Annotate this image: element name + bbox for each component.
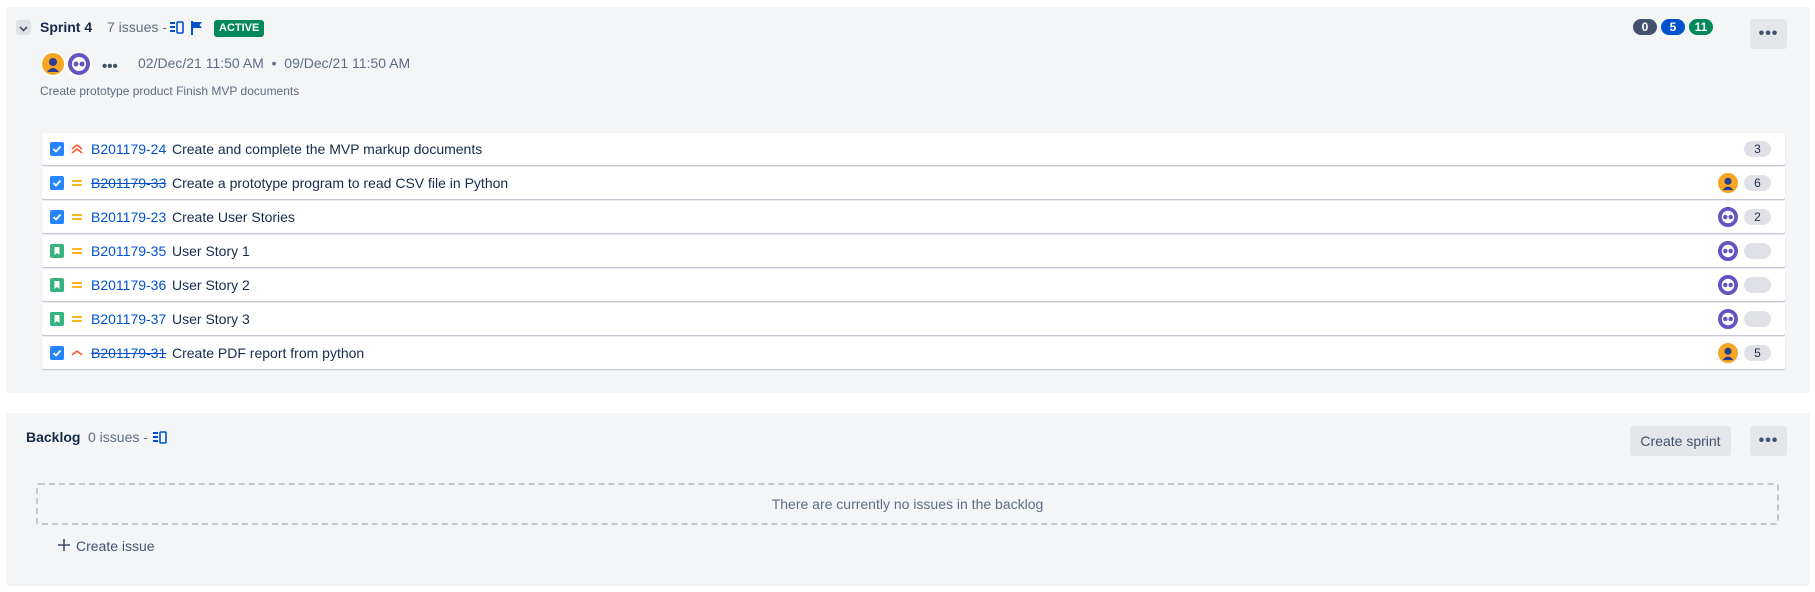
- issue-key-link[interactable]: B201179-35: [91, 243, 166, 259]
- task-icon: [50, 142, 64, 156]
- sprint-menu-button[interactable]: •••: [1750, 19, 1787, 49]
- issue-summary: User Story 3: [172, 311, 250, 327]
- board-icon[interactable]: [170, 21, 184, 40]
- issue-key-link[interactable]: B201179-23: [91, 209, 166, 225]
- done-count-badge: 11: [1689, 19, 1713, 35]
- create-issue-label: Create issue: [76, 538, 155, 554]
- issue-list: B201179-24 Create and complete the MVP ma…: [42, 133, 1785, 371]
- issue-summary: Create PDF report from python: [172, 345, 365, 361]
- sprint-name[interactable]: Sprint 4: [40, 19, 92, 35]
- story-icon: [50, 244, 64, 258]
- plus-icon: [58, 538, 70, 554]
- issue-row[interactable]: B201179-37 User Story 3: [42, 303, 1785, 335]
- backlog-panel: Backlog 0 issues - Create sprint ••• The…: [6, 413, 1810, 586]
- assignee-avatar[interactable]: [1716, 239, 1740, 263]
- chevron-down-icon: [19, 19, 28, 37]
- issue-row[interactable]: B201179-33 Create a prototype program to …: [42, 167, 1785, 199]
- task-icon: [50, 176, 64, 190]
- in-progress-count-badge: 5: [1661, 19, 1685, 35]
- issue-row[interactable]: B201179-24 Create and complete the MVP ma…: [42, 133, 1785, 165]
- story-points-badge: 6: [1744, 175, 1771, 191]
- assignee-avatar[interactable]: [1716, 205, 1740, 229]
- story-points-badge: 2: [1744, 209, 1771, 225]
- task-icon: [50, 346, 64, 360]
- sprint-goal: Create prototype product Finish MVP docu…: [40, 84, 300, 98]
- sprint-panel: Sprint 4 7 issues - ACTIVE ••• 02/Dec/21…: [6, 7, 1810, 393]
- issue-row[interactable]: B201179-31 Create PDF report from python 5: [42, 337, 1785, 369]
- create-sprint-button[interactable]: Create sprint: [1630, 426, 1731, 456]
- story-points-badge: 3: [1744, 141, 1771, 157]
- assignee-avatar[interactable]: [1716, 307, 1740, 331]
- issue-summary: User Story 2: [172, 277, 250, 293]
- task-icon: [50, 210, 64, 224]
- priority-high-icon: [70, 142, 84, 156]
- create-issue-button[interactable]: Create issue: [58, 538, 155, 554]
- story-points-badge: [1744, 277, 1771, 293]
- issue-key-link[interactable]: B201179-31: [91, 345, 166, 361]
- priority-medium-icon: [70, 210, 84, 224]
- issue-summary: Create User Stories: [172, 209, 295, 225]
- priority-medium-icon: [70, 176, 84, 190]
- avatar-orange[interactable]: [40, 51, 66, 77]
- story-icon: [50, 312, 64, 326]
- todo-count-badge: 0: [1633, 19, 1657, 35]
- issue-key-link[interactable]: B201179-33: [91, 175, 166, 191]
- priority-medium-icon: [70, 312, 84, 326]
- issue-summary: Create a prototype program to read CSV f…: [172, 175, 509, 191]
- backlog-title: Backlog: [26, 429, 81, 445]
- board-icon[interactable]: [153, 431, 167, 450]
- empty-backlog-message: There are currently no issues in the bac…: [36, 483, 1779, 525]
- sprint-dates: 02/Dec/21 11:50 AM • 09/Dec/21 11:50 AM: [138, 55, 411, 71]
- story-points-badge: [1744, 243, 1771, 259]
- backlog-issues-count: 0 issues -: [88, 429, 148, 445]
- issue-row[interactable]: B201179-36 User Story 2: [42, 269, 1785, 301]
- issue-summary: Create and complete the MVP markup docum…: [172, 141, 483, 157]
- avatar-purple[interactable]: [66, 51, 92, 77]
- assignee-avatar[interactable]: [1716, 341, 1740, 365]
- collapse-toggle[interactable]: [16, 20, 31, 35]
- assignee-avatar[interactable]: [1716, 273, 1740, 297]
- issue-summary: User Story 1: [172, 243, 250, 259]
- story-points-badge: [1744, 311, 1771, 327]
- priority-medium-icon: [70, 244, 84, 258]
- story-points-badge: 5: [1744, 345, 1771, 361]
- flag-icon[interactable]: [191, 21, 203, 40]
- issue-key-link[interactable]: B201179-37: [91, 311, 166, 327]
- issue-key-link[interactable]: B201179-36: [91, 277, 166, 293]
- story-icon: [50, 278, 64, 292]
- issue-row[interactable]: B201179-23 Create User Stories 2: [42, 201, 1785, 233]
- backlog-menu-button[interactable]: •••: [1750, 426, 1787, 456]
- status-badge: ACTIVE: [214, 20, 265, 37]
- assignee-avatar[interactable]: [1716, 171, 1740, 195]
- priority-medium-icon: [70, 278, 84, 292]
- priority-low-icon: [70, 346, 84, 360]
- issue-row[interactable]: B201179-35 User Story 1: [42, 235, 1785, 267]
- sprint-issues-count: 7 issues -: [107, 19, 167, 35]
- more-assignees-button[interactable]: •••: [102, 58, 118, 75]
- issue-key-link[interactable]: B201179-24: [91, 141, 166, 157]
